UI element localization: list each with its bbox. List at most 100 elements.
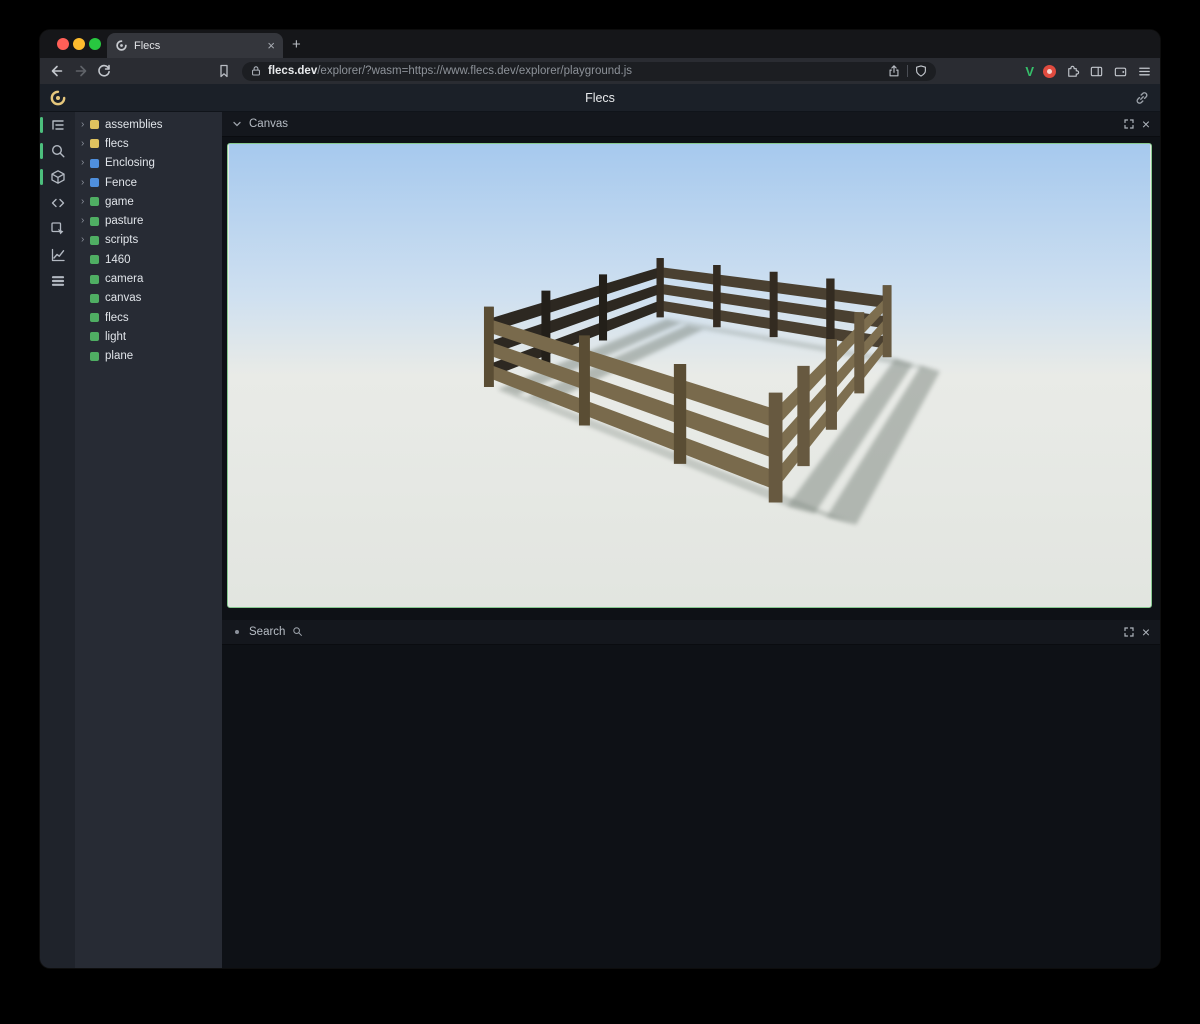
tree-item-label: canvas [105, 292, 141, 304]
entity-color-swatch [90, 236, 99, 245]
extensions-puzzle-icon[interactable] [1065, 64, 1080, 79]
window-minimize-button[interactable] [73, 38, 85, 50]
chevron-down-icon[interactable] [232, 119, 242, 129]
tree-item-label: scripts [105, 234, 138, 246]
tree-item-label: Fence [105, 177, 137, 189]
sidebar-panel-icon[interactable] [1089, 64, 1104, 79]
window-zoom-button[interactable] [89, 38, 101, 50]
tab-strip: Flecs × + [40, 30, 1160, 58]
expand-chevron-icon[interactable]: › [81, 158, 90, 168]
tree-item-label: flecs [105, 138, 129, 150]
tree-item-flecs[interactable]: › flecs [75, 134, 222, 153]
tree-item-Fence[interactable]: › Fence [75, 173, 222, 192]
main-panel-area: Canvas × [222, 112, 1160, 968]
expand-icon[interactable] [1123, 118, 1135, 130]
address-bar[interactable]: flecs.dev/explorer/?wasm=https://www.fle… [242, 62, 936, 81]
3d-viewport[interactable] [227, 143, 1152, 608]
share-icon[interactable] [887, 64, 901, 78]
close-icon[interactable]: × [1142, 625, 1150, 639]
close-icon[interactable]: × [1142, 117, 1150, 131]
menu-hamburger-icon[interactable] [1137, 64, 1152, 79]
stack-icon [50, 273, 66, 289]
browser-toolbar: flecs.dev/explorer/?wasm=https://www.fle… [40, 58, 1160, 84]
sidebar-tab-scripts[interactable] [40, 190, 75, 216]
link-icon[interactable] [1134, 90, 1150, 106]
divider [907, 65, 908, 77]
sky-ground-background [229, 144, 1150, 607]
expand-chevron-icon[interactable]: › [81, 197, 90, 207]
tree-item-label: assemblies [105, 119, 163, 131]
browser-tab[interactable]: Flecs × [107, 33, 283, 58]
sidebar-tab-entity-tree[interactable] [40, 112, 75, 138]
tree-item-label: camera [105, 273, 143, 285]
expand-chevron-icon[interactable]: › [81, 120, 90, 130]
tab-close-icon[interactable]: × [267, 39, 275, 52]
sidebar-tab-canvas[interactable] [40, 164, 75, 190]
sidebar-tab-inspector[interactable] [40, 216, 75, 242]
left-icon-rail [40, 112, 75, 968]
expand-chevron-icon[interactable]: › [81, 178, 90, 188]
tree-item-flecs[interactable]: flecs [75, 308, 222, 327]
extension-dot [1047, 69, 1052, 74]
tree-item-light[interactable]: light [75, 327, 222, 346]
desktop-background: Flecs × + [0, 0, 1200, 1024]
url-domain: flecs.dev [268, 65, 317, 77]
entity-color-swatch [90, 255, 99, 264]
sidebar-tab-tables[interactable] [40, 268, 75, 294]
entity-color-swatch [90, 120, 99, 129]
tree-item-camera[interactable]: camera [75, 269, 222, 288]
entity-color-swatch [90, 197, 99, 206]
red-extension-icon[interactable] [1043, 65, 1056, 78]
expand-chevron-icon[interactable]: › [81, 235, 90, 245]
v-extension-icon[interactable]: V [1025, 64, 1034, 79]
entity-color-swatch [90, 352, 99, 361]
cube-icon [50, 169, 66, 185]
window-close-button[interactable] [57, 38, 69, 50]
sidebar-tab-query[interactable] [40, 138, 75, 164]
tree-item-label: 1460 [105, 254, 131, 266]
extensions-area: V [1025, 60, 1152, 82]
flecs-explorer-app: Flecs [40, 84, 1160, 968]
entity-tree-icon [50, 117, 66, 133]
expand-icon[interactable] [1123, 626, 1135, 638]
tree-item-game[interactable]: › game [75, 192, 222, 211]
new-tab-button[interactable]: + [292, 34, 301, 56]
active-indicator [40, 169, 43, 185]
tree-item-plane[interactable]: plane [75, 347, 222, 366]
back-button[interactable] [49, 63, 65, 79]
tree-item-Enclosing[interactable]: › Enclosing [75, 154, 222, 173]
entity-color-swatch [90, 178, 99, 187]
search-icon [50, 143, 66, 159]
entity-color-swatch [90, 313, 99, 322]
bookmark-icon[interactable] [216, 63, 232, 79]
expand-chevron-icon[interactable]: › [81, 216, 90, 226]
page-title: Flecs [40, 91, 1160, 105]
tree-item-assemblies[interactable]: › assemblies [75, 115, 222, 134]
app-header: Flecs [40, 84, 1160, 112]
tree-item-scripts[interactable]: › scripts [75, 231, 222, 250]
tree-item-pasture[interactable]: ›pasture [75, 211, 222, 230]
sidebar-tab-stats[interactable] [40, 242, 75, 268]
entity-color-swatch [90, 139, 99, 148]
tree-item-label: Enclosing [105, 157, 155, 169]
tree-item-1460[interactable]: 1460 [75, 250, 222, 269]
canvas-panel-header[interactable]: Canvas × [222, 112, 1160, 137]
entity-color-swatch [90, 294, 99, 303]
collapse-dot-icon[interactable] [235, 630, 239, 634]
tree-item-canvas[interactable]: canvas [75, 289, 222, 308]
search-panel-header[interactable]: Search × [222, 620, 1160, 645]
wallet-icon[interactable] [1113, 64, 1128, 79]
code-icon [50, 195, 66, 211]
tree-item-label: game [105, 196, 134, 208]
entity-tree: ›assemblies›flecs›Enclosing›Fence›game›p… [75, 112, 222, 968]
forward-button[interactable] [73, 63, 89, 79]
search-small-icon [292, 626, 304, 638]
tree-item-label: plane [105, 350, 133, 362]
active-indicator [40, 143, 43, 159]
brave-shield-icon[interactable] [914, 64, 928, 78]
reload-button[interactable] [96, 63, 112, 79]
active-indicator [40, 117, 43, 133]
expand-chevron-icon[interactable]: › [81, 139, 90, 149]
url-path: /explorer/?wasm=https://www.flecs.dev/ex… [317, 65, 632, 77]
tab-title: Flecs [134, 40, 261, 52]
